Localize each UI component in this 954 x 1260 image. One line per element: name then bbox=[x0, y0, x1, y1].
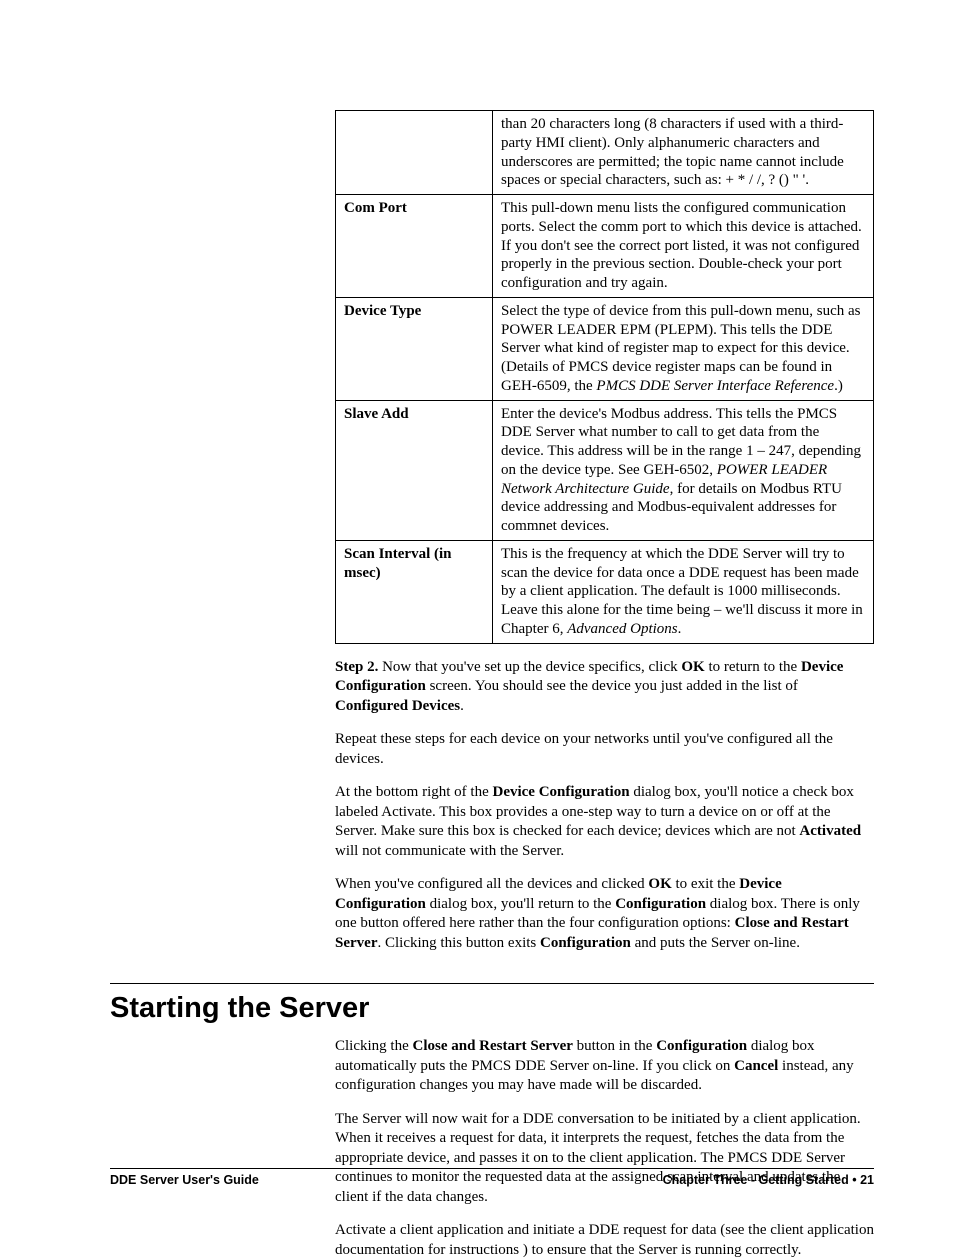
paragraph-start1: Clicking the Close and Restart Server bu… bbox=[335, 1037, 874, 1096]
paragraph-close-restart: When you've configured all the devices a… bbox=[335, 875, 874, 953]
cell-desc-devicetype: Select the type of device from this pull… bbox=[493, 297, 874, 400]
config-options-table: than 20 characters long (8 characters if… bbox=[335, 110, 874, 644]
cell-label-devicetype: Device Type bbox=[336, 297, 493, 400]
table-row: than 20 characters long (8 characters if… bbox=[336, 111, 874, 195]
footer-right: Chapter Three - Getting Started • 21 bbox=[663, 1173, 874, 1187]
cell-desc-comport: This pull-down menu lists the configured… bbox=[493, 195, 874, 298]
table-row: Com Port This pull-down menu lists the c… bbox=[336, 195, 874, 298]
table-row: Scan Interval (in msec) This is the freq… bbox=[336, 540, 874, 643]
paragraph-start3: Activate a client application and initia… bbox=[335, 1221, 874, 1260]
table-row: Slave Add Enter the device's Modbus addr… bbox=[336, 400, 874, 540]
cell-desc-scaninterval: This is the frequency at which the DDE S… bbox=[493, 540, 874, 643]
cell-label-slaveadd: Slave Add bbox=[336, 400, 493, 540]
cell-label-blank bbox=[336, 111, 493, 195]
paragraph-activate-checkbox: At the bottom right of the Device Config… bbox=[335, 783, 874, 861]
paragraph-step2: Step 2. Now that you've set up the devic… bbox=[335, 658, 874, 717]
section-heading-starting-server: Starting the Server bbox=[110, 992, 874, 1025]
section-divider bbox=[110, 983, 874, 984]
page-footer: DDE Server User's Guide Chapter Three - … bbox=[110, 1168, 874, 1187]
cell-desc-slaveadd: Enter the device's Modbus address. This … bbox=[493, 400, 874, 540]
cell-label-scaninterval: Scan Interval (in msec) bbox=[336, 540, 493, 643]
paragraph-start2: The Server will now wait for a DDE conve… bbox=[335, 1110, 874, 1208]
footer-left: DDE Server User's Guide bbox=[110, 1173, 259, 1187]
cell-label-comport: Com Port bbox=[336, 195, 493, 298]
cell-desc-topic-continued: than 20 characters long (8 characters if… bbox=[493, 111, 874, 195]
table-row: Device Type Select the type of device fr… bbox=[336, 297, 874, 400]
paragraph-repeat: Repeat these steps for each device on yo… bbox=[335, 730, 874, 769]
